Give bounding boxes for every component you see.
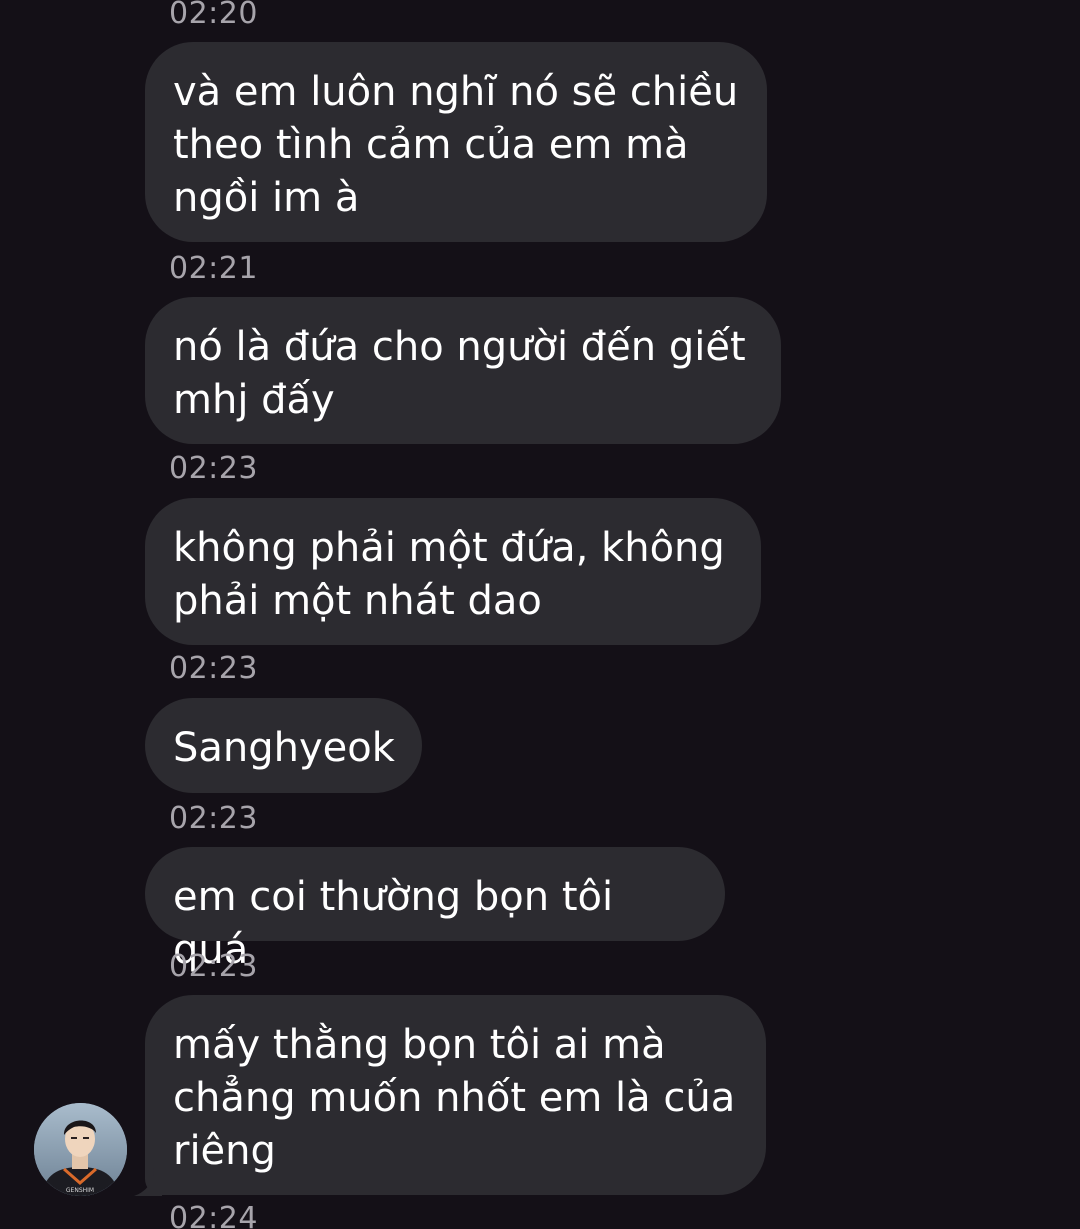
message-bubble[interactable]: nó là đứa cho người đến giết mhj đấy [145, 297, 781, 444]
bubble-tail [132, 1168, 162, 1196]
user-avatar-photo-icon[interactable]: GENSHIM [34, 1103, 127, 1196]
message-timestamp: 02:21 [169, 251, 258, 286]
message-bubble[interactable]: và em luôn nghĩ nó sẽ chiều theo tình cả… [145, 42, 767, 242]
message-timestamp: 02:23 [169, 949, 258, 984]
message-timestamp: 02:20 [169, 0, 258, 31]
chat-thread: 02:20 và em luôn nghĩ nó sẽ chiều theo t… [0, 0, 1080, 1229]
message-bubble[interactable]: mấy thằng bọn tôi ai mà chẳng muốn nhốt … [145, 995, 766, 1195]
message-bubble[interactable]: em coi thường bọn tôi quá [145, 847, 725, 973]
svg-text:GENSHIM: GENSHIM [66, 1187, 94, 1194]
message-timestamp: 02:23 [169, 651, 258, 686]
message-bubble[interactable]: không phải một đứa, không phải một nhát … [145, 498, 761, 645]
message-timestamp: 02:23 [169, 801, 258, 836]
message-bubble[interactable]: Sanghyeok [145, 698, 422, 793]
message-timestamp: 02:24 [169, 1201, 258, 1229]
message-timestamp: 02:23 [169, 451, 258, 486]
